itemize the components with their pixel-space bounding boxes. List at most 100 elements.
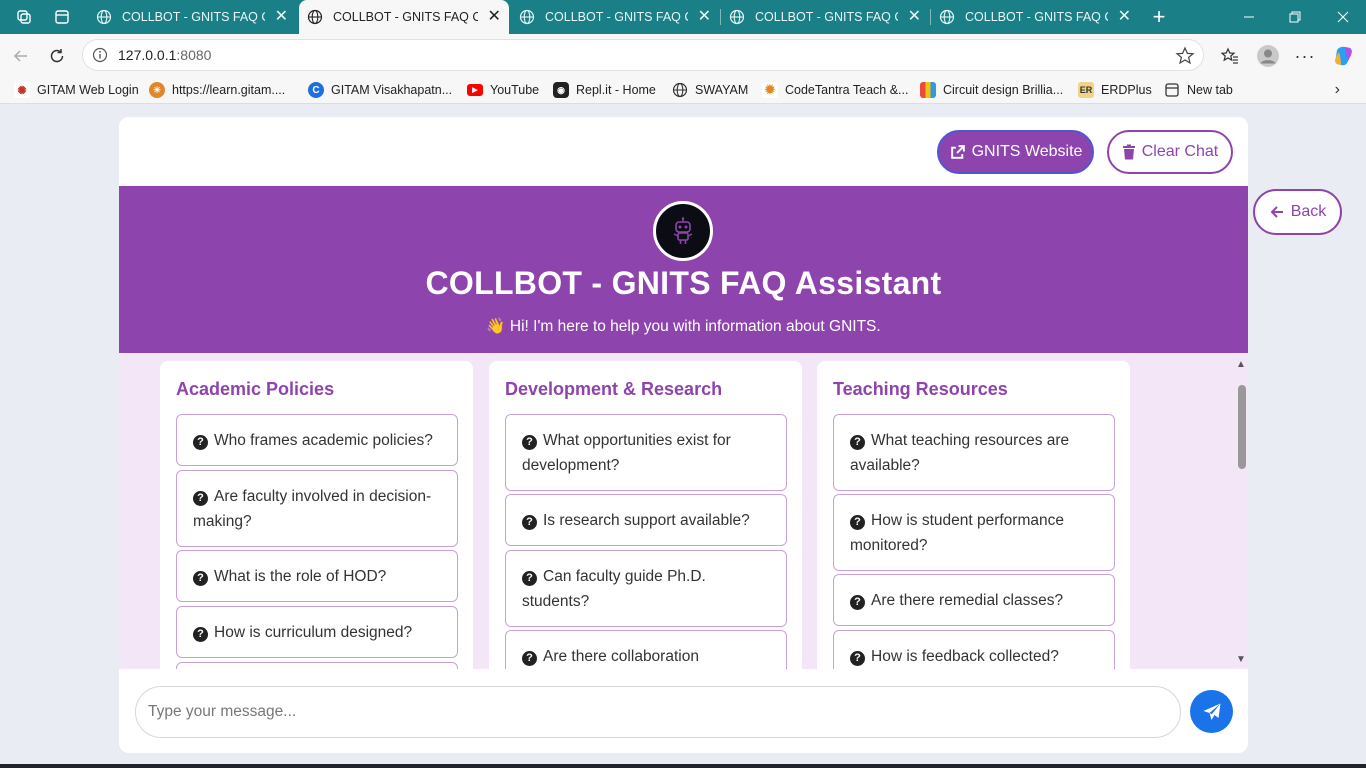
browser-tab-active[interactable]: COLLBOT - GNITS FAQ Chat ✕	[299, 0, 509, 34]
bookmark-item[interactable]: ▶ YouTube	[467, 80, 539, 100]
bookmark-item[interactable]: C GITAM Visakhapatn...	[308, 80, 452, 100]
faq-question-button[interactable]: ? How is feedback collected?	[833, 630, 1115, 669]
chat-toolbar: GNITS Website Clear Chat	[119, 117, 1248, 186]
close-tab-icon[interactable]: ✕	[908, 9, 921, 25]
globe-icon	[672, 82, 688, 98]
bookmark-item[interactable]: Circuit design Brillia...	[920, 80, 1063, 100]
bookmark-item[interactable]: ✹ CodeTantra Teach &...	[762, 80, 908, 100]
scrollbar[interactable]: ▲ ▼	[1236, 359, 1248, 665]
reload-icon[interactable]	[44, 43, 70, 69]
youtube-icon: ▶	[467, 84, 483, 96]
message-input[interactable]	[135, 686, 1181, 738]
bookmark-item[interactable]: ☀ https://learn.gitam....	[149, 80, 285, 100]
gitam-icon: ✺	[14, 82, 30, 98]
tab-actions-icon[interactable]	[48, 4, 76, 30]
faq-question-button[interactable]: ? What teaching resources are available?	[833, 414, 1115, 491]
faq-question-text: Who frames academic policies?	[214, 432, 433, 449]
faq-question-button[interactable]: ? Are there remedial classes?	[833, 574, 1115, 626]
info-icon[interactable]	[92, 47, 108, 63]
category-title: Teaching Resources	[833, 379, 1008, 399]
minimize-icon[interactable]	[1226, 0, 1272, 34]
tab-title: COLLBOT - GNITS FAQ Chat	[545, 10, 688, 24]
chat-container: GNITS Website Clear Chat COLLBOT - GNITS…	[119, 117, 1248, 753]
category-card-teaching-resources: Teaching Resources ? What teaching resour…	[817, 361, 1130, 669]
faq-question-button[interactable]: ? What opportunities exist for developmen…	[505, 414, 787, 491]
faq-question-button[interactable]: ? How is student performance monitored?	[833, 494, 1115, 571]
url-field[interactable]: 127.0.0.1:8080	[82, 39, 1204, 71]
question-circle-icon: ?	[850, 435, 865, 450]
close-tab-icon[interactable]: ✕	[698, 9, 711, 25]
faq-categories-area: Academic Policies ? Who frames academic p…	[119, 353, 1248, 669]
question-circle-icon: ?	[193, 627, 208, 642]
bookmark-item[interactable]: ✺ GITAM Web Login	[14, 80, 139, 100]
scroll-down-arrow-icon[interactable]: ▼	[1236, 654, 1246, 665]
back-label: Back	[1290, 203, 1327, 220]
favorites-icon[interactable]	[1216, 42, 1244, 70]
replit-icon: ◉	[553, 82, 569, 98]
bookmark-label: Circuit design Brillia...	[943, 83, 1064, 97]
close-tab-icon[interactable]: ✕	[275, 9, 288, 25]
external-link-icon	[950, 144, 965, 159]
c-icon: C	[308, 82, 324, 98]
faq-question-button[interactable]: ? How is curriculum designed?	[176, 606, 458, 658]
faq-question-text: What teaching resources are available?	[850, 432, 1070, 474]
faq-question-button[interactable]	[176, 662, 458, 669]
faq-question-button[interactable]: ? Can faculty guide Ph.D. students?	[505, 550, 787, 627]
back-arrow-icon[interactable]	[8, 43, 34, 69]
bookmark-label: ERDPlus	[1101, 83, 1152, 97]
close-window-icon[interactable]	[1320, 0, 1366, 34]
back-button[interactable]: Back	[1253, 189, 1342, 235]
bookmark-label: SWAYAM	[695, 83, 749, 97]
profile-avatar-icon[interactable]	[1254, 42, 1282, 70]
bookmark-label: https://learn.gitam....	[172, 83, 286, 97]
bookmark-item[interactable]: ◉ Repl.it - Home	[553, 80, 656, 100]
browser-tab[interactable]: COLLBOT - GNITS FAQ Chat ✕	[88, 0, 296, 34]
bookmark-item[interactable]: New tab	[1164, 80, 1233, 100]
chevron-right-icon[interactable]: ›	[1335, 81, 1340, 99]
question-circle-icon: ?	[522, 435, 537, 450]
circuit-icon	[920, 82, 936, 98]
browser-tab[interactable]: COLLBOT - GNITS FAQ Chat ✕	[931, 0, 1139, 34]
send-button[interactable]	[1190, 690, 1233, 733]
faq-question-button[interactable]: ? What is the role of HOD?	[176, 550, 458, 602]
globe-icon	[519, 9, 535, 25]
close-tab-icon[interactable]: ✕	[1118, 9, 1131, 25]
favorite-star-icon[interactable]	[1175, 46, 1195, 66]
question-circle-icon: ?	[850, 595, 865, 610]
browser-tab-strip: COLLBOT - GNITS FAQ Chat ✕ COLLBOT - GNI…	[0, 0, 1366, 34]
arrow-left-circle-icon	[1270, 206, 1283, 218]
faq-question-text: Are faculty involved in decision-making?	[193, 488, 432, 530]
scrollbar-thumb[interactable]	[1238, 385, 1246, 469]
browser-tab[interactable]: COLLBOT - GNITS FAQ Chat ✕	[511, 0, 719, 34]
paper-plane-icon	[1203, 703, 1220, 720]
page-subtitle: 👋 Hi! I'm here to help you with informat…	[486, 318, 881, 335]
scroll-up-arrow-icon[interactable]: ▲	[1236, 359, 1246, 370]
bookmark-item[interactable]: ER ERDPlus	[1078, 80, 1152, 100]
more-options-icon[interactable]: ···	[1291, 42, 1319, 70]
restore-icon[interactable]	[1272, 0, 1318, 34]
new-tab-plus-icon[interactable]: +	[1146, 4, 1172, 30]
question-circle-icon: ?	[522, 515, 537, 530]
faq-question-text: How is curriculum designed?	[214, 624, 413, 641]
category-card-development-research: Development & Research ? What opportuniti…	[489, 361, 802, 669]
browser-tab[interactable]: COLLBOT - GNITS FAQ Chat ✕	[721, 0, 929, 34]
bookmark-label: Repl.it - Home	[576, 83, 656, 97]
bookmarks-bar: ✺ GITAM Web Login ☀ https://learn.gitam.…	[0, 76, 1366, 104]
bookmark-label: YouTube	[490, 83, 540, 97]
faq-question-text: Are there remedial classes?	[871, 592, 1064, 609]
gnits-website-button[interactable]: GNITS Website	[937, 130, 1094, 174]
faq-question-button[interactable]: ? Who frames academic policies?	[176, 414, 458, 466]
faq-question-button[interactable]: ? Is research support available?	[505, 494, 787, 546]
copilot-icon[interactable]	[1330, 42, 1358, 70]
category-title: Development & Research	[505, 379, 723, 399]
faq-question-button[interactable]: ? Are there collaboration	[505, 630, 787, 669]
close-tab-icon[interactable]: ✕	[488, 9, 501, 25]
gnits-website-label: GNITS Website	[971, 143, 1083, 160]
bookmark-item[interactable]: SWAYAM	[672, 80, 748, 100]
faq-question-text: What opportunities exist for development…	[522, 432, 731, 474]
url-text: 127.0.0.1:8080	[118, 47, 212, 63]
clear-chat-button[interactable]: Clear Chat	[1107, 130, 1233, 174]
workspaces-icon[interactable]	[10, 4, 38, 30]
faq-question-button[interactable]: ? Are faculty involved in decision-making…	[176, 470, 458, 547]
learn-icon: ☀	[149, 82, 165, 98]
